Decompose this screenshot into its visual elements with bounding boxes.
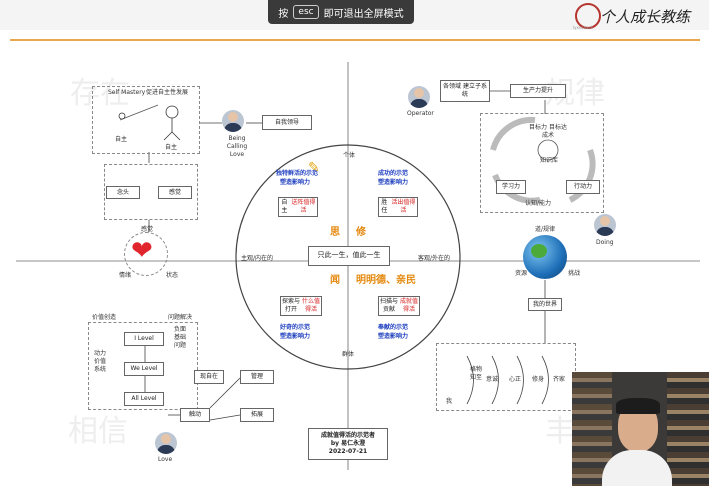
earth-top-label: 道/规律 — [535, 226, 556, 233]
footer-box: 成就值得活的示范者 by 易仁永澄 2022-07-21 — [308, 428, 388, 460]
value-creation-head: 价值创造 — [92, 314, 117, 321]
axis-left-label: 主观/内在的 — [241, 255, 274, 262]
self-big-label: 自主 — [165, 144, 178, 151]
q1-box: 自主 送阵值得活 — [278, 197, 318, 217]
self-lead-box: 自我领导 — [262, 115, 312, 130]
q1-box-line2: 送阵值得活 — [291, 199, 316, 214]
q3-line-d: 塑造影响力 — [280, 333, 311, 340]
ornament-mingde: 明明德、亲民 — [356, 275, 416, 286]
flow-touch-box: 触动 — [180, 408, 210, 422]
presenter-shirt — [602, 450, 672, 486]
presenter-hair — [616, 398, 660, 414]
flow-present-box: 现自在 — [194, 370, 224, 384]
earth-globe-icon — [523, 235, 567, 279]
footer-line3: 2022-07-21 — [328, 447, 368, 455]
q2-line-b: 塑造影响力 — [378, 179, 409, 186]
heart-icon: ❤ — [131, 236, 153, 266]
action-box: 行动力 — [566, 180, 600, 194]
my-world-box: 我的世界 — [528, 298, 562, 311]
thought-box: 念头 — [106, 186, 140, 199]
doing-person-icon — [594, 214, 616, 236]
flow-expand-box: 拓展 — [240, 408, 274, 422]
footer-line2: by 易仁永澄 — [330, 440, 366, 448]
q4-box-line2: 成就值得活 — [399, 298, 418, 313]
q2-box: 胜任 活出值得活 — [378, 197, 418, 217]
self-mastery-subtitle: 促进自主性发展 — [146, 89, 189, 96]
heart-right-label: 状态 — [166, 272, 179, 279]
axis-right-label: 客观/外在的 — [418, 255, 451, 262]
goal-label: 目标力 目标达成术 — [529, 124, 567, 139]
being-calling-love-label: Being Calling Love — [226, 135, 248, 158]
self-small-label: 自主 — [115, 136, 128, 143]
learn-box: 学习力 — [496, 180, 526, 194]
q3-box: 探索与打开 什么值得活 — [280, 296, 322, 316]
being-person-icon — [222, 110, 244, 132]
step-xiushen: 修身 — [532, 376, 545, 383]
step-qijia: 齐家 — [553, 376, 566, 383]
levels-right-col: 负面基础问题 — [174, 326, 187, 349]
levels-left-col: 动力价值系统 — [94, 350, 107, 373]
q2-line-a: 成功的示范 — [378, 170, 409, 177]
q4-box: 扫描与贡献 成就值得活 — [378, 296, 420, 316]
cognition-label: 认知/能力 — [525, 200, 552, 207]
step-yicheng: 意诚 — [486, 376, 499, 383]
i-level-box: I Level — [124, 332, 164, 346]
bookshelf-right — [667, 372, 709, 486]
problem-solving-head: 问题解决 — [168, 314, 193, 321]
q3-line-c: 好奇的示范 — [280, 324, 311, 331]
love-person-icon — [155, 432, 177, 454]
q2-box-line1: 胜任 — [381, 199, 388, 214]
operator-person-icon — [408, 86, 430, 108]
q1-line-b: 塑造影响力 — [280, 179, 311, 186]
operator-label: Operator — [407, 110, 434, 117]
q4-line-c: 奉献的示范 — [378, 324, 409, 331]
webcam-video — [572, 372, 709, 486]
productivity-box: 生产力提升 — [510, 84, 566, 98]
self-mastery-title: Self Mastery — [108, 89, 146, 96]
q3-box-line2: 什么值得活 — [301, 298, 320, 313]
q4-box-line1: 扫描与贡献 — [379, 298, 398, 313]
step-gewu: 格物 知至 — [470, 366, 483, 381]
we-level-box: We Level — [124, 362, 164, 376]
subsystem-box: 各领域 建立子系统 — [440, 80, 490, 102]
q3-box-line1: 探索与打开 — [281, 298, 300, 313]
center-box: 只此一生，值此一生 — [308, 246, 390, 266]
axis-top-label: 个体 — [343, 152, 356, 159]
step-me: 我 — [446, 398, 453, 405]
pencil-icon: ✎ — [308, 160, 320, 176]
q1-box-line1: 自主 — [281, 199, 288, 214]
earth-left-label: 资源 — [515, 270, 528, 277]
doing-label: Doing — [596, 239, 614, 246]
q2-box-line2: 活出值得活 — [391, 199, 416, 214]
love-label: Love — [158, 456, 173, 463]
ornament-si: 思 — [330, 227, 340, 238]
all-level-box: All Level — [124, 392, 164, 406]
flow-manage-box: 管理 — [240, 370, 274, 384]
q4-line-d: 塑造影响力 — [378, 333, 409, 340]
ornament-xiu: 修 — [356, 227, 366, 238]
earth-land-icon — [531, 244, 547, 258]
ornament-wen: 闻 — [330, 275, 340, 286]
earth-right-label: 挑战 — [568, 270, 581, 277]
axis-bottom-label: 群体 — [342, 351, 355, 358]
footer-line1: 成就值得活的示范者 — [320, 432, 375, 440]
knowledge-label: 知识库 — [540, 157, 559, 164]
feeling-box: 感觉 — [158, 186, 192, 199]
heart-left-label: 情绪 — [119, 272, 132, 279]
step-xinzheng: 心正 — [509, 376, 522, 383]
